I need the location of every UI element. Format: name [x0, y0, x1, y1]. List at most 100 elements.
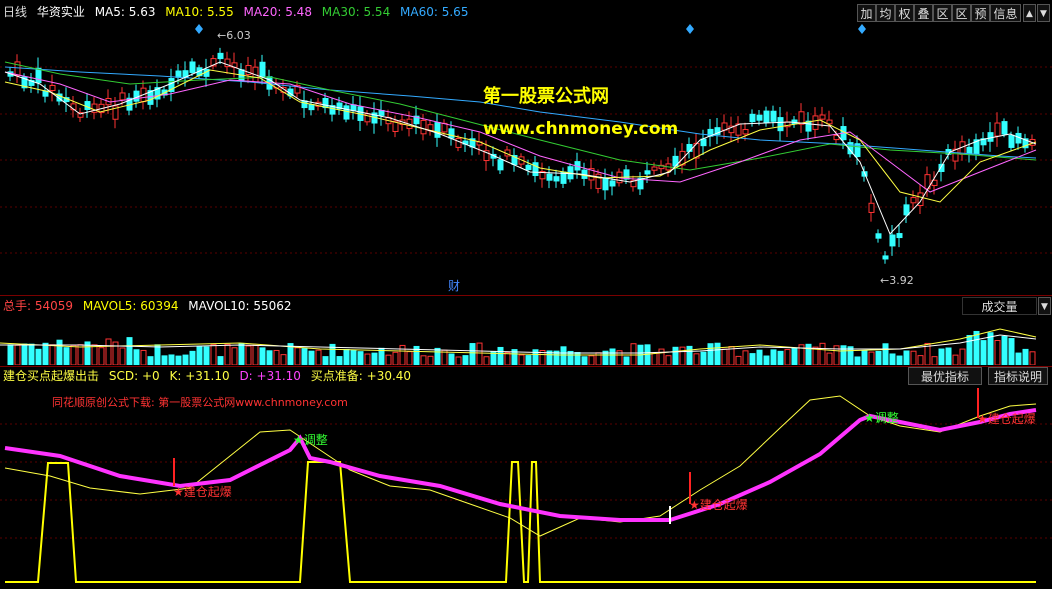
- candle-body: [868, 202, 875, 213]
- indicator-header: 建仓买点起爆出击 SCD: +0 K: +31.10 D: +31.10 买点准…: [3, 367, 417, 385]
- volume-bar: [518, 354, 525, 365]
- ma5-value: MA5: 5.63: [94, 5, 156, 19]
- volume-bar: [105, 338, 112, 365]
- volume-bar: [609, 348, 616, 365]
- volume-bar: [301, 348, 308, 365]
- candle-body: [994, 122, 1001, 137]
- burst-signal-label: ★建仓起爆: [977, 412, 1036, 426]
- volume-bar: [826, 352, 833, 365]
- burst-signal-label: ★建仓起爆: [173, 485, 232, 499]
- candle-body: [378, 109, 385, 116]
- best-indicator-button[interactable]: 最优指标: [908, 367, 982, 385]
- volume-bar: [1015, 352, 1022, 365]
- volume-bar: [70, 344, 77, 365]
- volume-bar: [7, 344, 14, 365]
- volume-bar: [875, 350, 882, 365]
- candle-body: [875, 233, 882, 239]
- volume-bar: [469, 343, 476, 365]
- volume-bar: [959, 348, 966, 365]
- candle-body: [812, 115, 819, 130]
- volume-menu-icon[interactable]: ▼: [1038, 297, 1051, 315]
- volume-bar: [385, 354, 392, 365]
- volume-bar: [1022, 348, 1029, 365]
- scd-value: SCD: +0: [108, 369, 160, 383]
- candle-body: [217, 52, 224, 60]
- credit-text: 同花顺原创公式下载: 第一股票公式网www.chnmoney.com: [52, 395, 348, 409]
- volume-bar: [77, 344, 84, 365]
- candle-body: [189, 61, 196, 73]
- toolbar-add-button[interactable]: 加: [857, 4, 876, 22]
- volume-bar: [945, 347, 952, 365]
- price-chart[interactable]: ←6.03 ←3.92 财 第一股票公式网 www.chnmoney.com: [0, 22, 1052, 294]
- volume-bar: [35, 348, 42, 365]
- volume-bar: [560, 346, 567, 365]
- volume-bar: [896, 355, 903, 365]
- candle-body: [308, 104, 315, 111]
- volume-bar: [392, 351, 399, 365]
- volume-bar: [98, 347, 105, 365]
- period-label[interactable]: 日线: [3, 5, 27, 19]
- ready-value: 买点准备: +30.40: [310, 369, 412, 383]
- volume-bar: [56, 339, 63, 365]
- volume-bar: [819, 342, 826, 365]
- volume-bar: [910, 350, 917, 365]
- volume-bar: [574, 352, 581, 365]
- volume-chart[interactable]: [0, 315, 1052, 365]
- volume-bar: [21, 343, 28, 365]
- ma30-value: MA30: 5.54: [321, 5, 391, 19]
- candle-body: [175, 70, 182, 78]
- toolbar-scroll-up-button[interactable]: ▲: [1023, 4, 1036, 22]
- indicator-help-button[interactable]: 指标说明: [988, 367, 1048, 385]
- candle-body: [448, 128, 455, 139]
- volume-bar: [812, 346, 819, 365]
- candle-body: [259, 61, 266, 78]
- watermark-title: 第一股票公式网: [483, 85, 609, 107]
- candle-body: [644, 170, 651, 175]
- marker-diamond: [195, 24, 203, 34]
- total-volume: 总手: 54059: [3, 299, 74, 313]
- finance-marker[interactable]: 财: [448, 279, 460, 293]
- volume-bar: [483, 356, 490, 365]
- toolbar-rights-button[interactable]: 权: [895, 4, 914, 22]
- candle-body: [84, 101, 91, 110]
- volume-bar: [749, 353, 756, 365]
- ma60-value: MA60: 5.65: [400, 5, 469, 19]
- volume-indicator-selector[interactable]: 成交量: [962, 297, 1037, 315]
- indicator-name[interactable]: 建仓买点起爆出击: [3, 369, 99, 383]
- volume-bar: [259, 347, 266, 365]
- volume-bar: [154, 344, 161, 365]
- candle-body: [742, 129, 749, 135]
- toolbar-overlay-button[interactable]: 叠: [914, 4, 933, 22]
- volume-bar: [525, 355, 532, 365]
- volume-bar: [175, 355, 182, 365]
- watermark-url: www.chnmoney.com: [483, 119, 678, 139]
- candle-body: [763, 110, 770, 123]
- volume-bar: [322, 356, 329, 365]
- volume-bar: [189, 350, 196, 365]
- candle-body: [350, 104, 357, 112]
- volume-bar: [371, 352, 378, 365]
- pane-divider[interactable]: [0, 295, 1052, 296]
- toolbar-info-button[interactable]: 信息: [990, 4, 1021, 22]
- volume-bar: [336, 356, 343, 365]
- volume-bar: [679, 346, 686, 365]
- candle-body: [35, 67, 42, 84]
- volume-bar: [63, 347, 70, 365]
- candle-body: [756, 114, 763, 121]
- ma10-value: MA10: 5.55: [165, 5, 234, 19]
- volume-bar: [364, 353, 371, 365]
- indicator-chart[interactable]: 同花顺原创公式下载: 第一股票公式网www.chnmoney.com ★建仓起爆…: [0, 386, 1052, 589]
- volume-bar: [903, 350, 910, 365]
- candle-body: [546, 173, 553, 181]
- toolbar-zone-button[interactable]: 区: [952, 4, 971, 22]
- volume-bar: [266, 350, 273, 365]
- candle-body: [434, 122, 441, 138]
- toolbar-average-button[interactable]: 均: [876, 4, 895, 22]
- volume-bar: [273, 349, 280, 365]
- toolbar-forecast-button[interactable]: 预: [971, 4, 990, 22]
- adjust-signal-label: ★调整: [864, 410, 899, 425]
- low-price-label: ←3.92: [880, 274, 914, 287]
- toolbar-scroll-down-button[interactable]: ▼: [1037, 4, 1050, 22]
- volume-bar: [707, 343, 714, 365]
- toolbar-range-button[interactable]: 区: [933, 4, 952, 22]
